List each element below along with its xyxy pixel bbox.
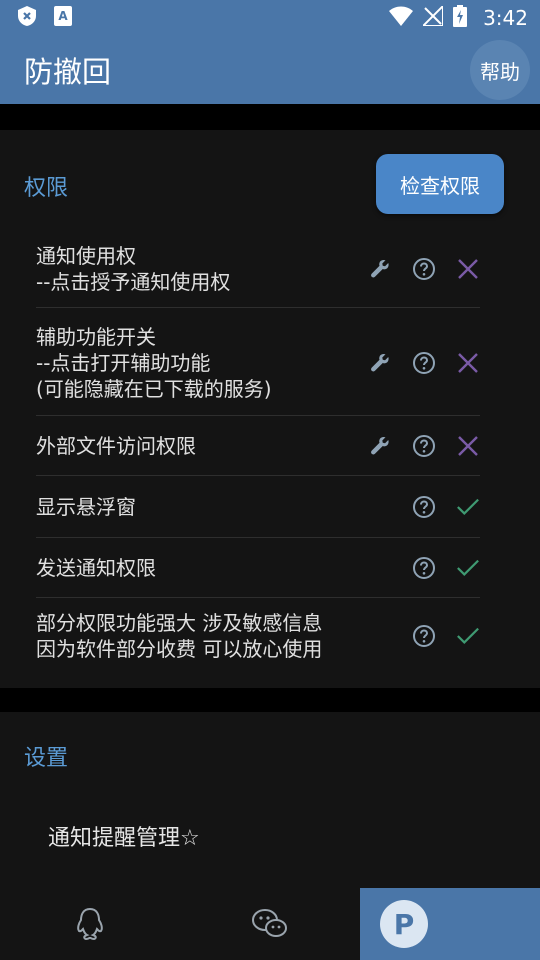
permission-row[interactable]: 发送通知权限 <box>36 538 480 598</box>
wrench-icon[interactable] <box>368 351 392 375</box>
wrench-icon[interactable] <box>368 257 392 281</box>
permission-row[interactable]: 通知使用权 --点击授予通知使用权 <box>36 230 480 308</box>
permission-actions <box>412 624 480 648</box>
check-icon <box>456 495 480 519</box>
status-bar: A 3:42 <box>0 0 540 36</box>
wechat-icon[interactable] <box>252 906 288 942</box>
check-icon <box>456 556 480 580</box>
permission-label: 显示悬浮窗 <box>36 495 136 519</box>
close-icon <box>456 257 480 281</box>
settings-section-title: 设置 <box>24 746 69 771</box>
permissions-card: 权限 检查权限 通知使用权 --点击授予通知使用权辅助功能开关 --点击打开辅助… <box>0 130 540 688</box>
help-icon[interactable] <box>412 624 436 648</box>
permissions-section-title: 权限 <box>24 176 69 201</box>
wifi-icon <box>389 6 414 31</box>
permission-label: 通知使用权 --点击授予通知使用权 <box>36 244 231 294</box>
permission-label: 外部文件访问权限 <box>36 434 196 458</box>
wrench-icon[interactable] <box>368 434 392 458</box>
close-icon <box>456 434 480 458</box>
settings-card: 设置 通知提醒管理☆ <box>0 712 540 890</box>
permission-actions <box>412 495 480 519</box>
status-time: 3:42 <box>483 6 528 30</box>
permission-row[interactable]: 部分权限功能强大 涉及敏感信息 因为软件部分收费 可以放心使用 <box>36 598 480 674</box>
app-title: 防撤回 <box>24 55 112 89</box>
help-button[interactable]: 帮助 <box>470 40 530 100</box>
permission-actions <box>368 351 480 375</box>
permission-label: 辅助功能开关 --点击打开辅助功能 (可能隐藏在已下载的服务) <box>36 325 272 401</box>
permission-row[interactable]: 辅助功能开关 --点击打开辅助功能 (可能隐藏在已下载的服务) <box>36 310 480 416</box>
permission-row[interactable]: 显示悬浮窗 <box>36 476 480 538</box>
check-permissions-button[interactable]: 检查权限 <box>376 154 504 214</box>
font-a-icon: A <box>54 6 72 30</box>
no-signal-icon <box>420 3 445 31</box>
notification-reminder-setting[interactable]: 通知提醒管理☆ <box>48 820 200 852</box>
row-divider <box>36 307 480 308</box>
shield-x-icon <box>18 6 36 30</box>
help-icon[interactable] <box>412 351 436 375</box>
permission-label: 发送通知权限 <box>36 556 156 580</box>
watermark-p-icon: P <box>380 900 428 948</box>
close-icon <box>456 351 480 375</box>
permission-label: 部分权限功能强大 涉及敏感信息 因为软件部分收费 可以放心使用 <box>36 611 323 661</box>
help-icon[interactable] <box>412 556 436 580</box>
qq-icon[interactable] <box>72 906 108 942</box>
app-bar: 防撤回 帮助 <box>0 36 540 104</box>
check-icon <box>456 624 480 648</box>
battery-charging-icon <box>453 4 468 32</box>
help-icon[interactable] <box>412 257 436 281</box>
permission-actions <box>368 434 480 458</box>
permission-actions <box>368 257 480 281</box>
help-icon[interactable] <box>412 495 436 519</box>
permission-actions <box>412 556 480 580</box>
permission-row[interactable]: 外部文件访问权限 <box>36 416 480 476</box>
help-icon[interactable] <box>412 434 436 458</box>
watermark-logo: P <box>360 888 540 960</box>
svg-text:A: A <box>58 9 68 23</box>
